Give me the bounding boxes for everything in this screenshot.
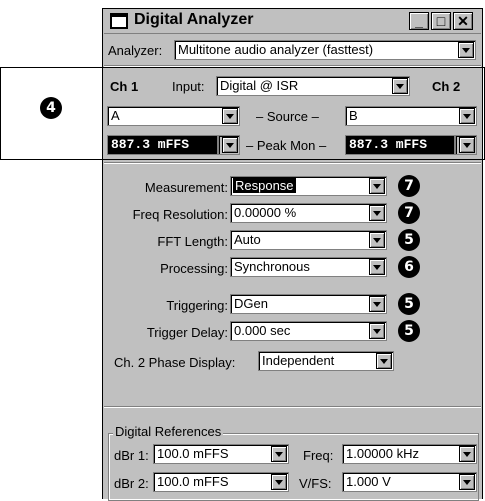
peakmon-ch1-meter: 887.3 mFFS — [107, 135, 218, 155]
chevron-down-icon[interactable] — [369, 205, 385, 221]
dbr2-select[interactable]: 100.0 mFFS — [153, 472, 289, 492]
trigger-delay-select[interactable]: 0.000 sec — [230, 321, 387, 341]
phase-display-value: Independent — [262, 353, 335, 368]
chevron-down-icon[interactable] — [459, 108, 475, 124]
phase-display-select[interactable]: Independent — [258, 351, 394, 371]
ch1-label: Ch 1 — [110, 79, 139, 94]
fft-length-label: FFT Length: — [157, 234, 228, 249]
source-ch2-value: B — [349, 108, 358, 123]
peakmon-ch2-meter: 887.3 mFFS — [345, 135, 455, 155]
chevron-down-icon[interactable] — [369, 178, 385, 194]
chevron-down-icon[interactable] — [458, 42, 474, 58]
phase-display-label: Ch. 2 Phase Display: — [114, 355, 236, 370]
vfs-label: V/FS: — [299, 476, 332, 491]
input-select-value: Digital @ ISR — [220, 78, 299, 93]
source-ch1-value: A — [111, 108, 120, 123]
peakmon-ch1-value: 887.3 mFFS — [111, 137, 190, 152]
chevron-down-icon[interactable] — [222, 108, 238, 124]
callout-badge: 6 — [398, 256, 420, 278]
chevron-down-icon[interactable] — [459, 474, 475, 490]
source-ch2-select[interactable]: B — [345, 106, 477, 126]
measurement-select[interactable]: Response — [230, 176, 387, 196]
processing-value: Synchronous — [234, 259, 310, 274]
dbr2-value: 100.0 mFFS — [157, 474, 229, 489]
callout-badge: 7 — [398, 175, 420, 197]
chevron-down-icon[interactable] — [369, 296, 385, 312]
input-label: Input: — [172, 79, 205, 94]
chevron-down-icon[interactable] — [459, 446, 475, 462]
source-ch1-select[interactable]: A — [107, 106, 240, 126]
dbr1-value: 100.0 mFFS — [157, 446, 229, 461]
freq-resolution-label: Freq Resolution: — [132, 207, 228, 222]
processing-select[interactable]: Synchronous — [230, 257, 387, 277]
chevron-down-icon[interactable] — [459, 137, 475, 153]
peakmon-ch1-dropdown[interactable] — [218, 135, 240, 155]
trigger-delay-label: Trigger Delay: — [146, 325, 228, 340]
callout-badge: 4 — [40, 97, 62, 119]
dbr2-label: dBr 2: — [114, 476, 149, 491]
dbr1-label: dBr 1: — [114, 448, 149, 463]
callout-badge: 5 — [398, 320, 420, 342]
callout-badge: 5 — [398, 293, 420, 315]
digital-references-label: Digital References — [113, 424, 224, 439]
chevron-down-icon[interactable] — [392, 78, 408, 94]
source-label: – Source – — [256, 109, 319, 124]
vfs-value: 1.000 V — [346, 474, 391, 489]
minimize-button[interactable]: _ — [409, 12, 429, 30]
analyzer-select[interactable]: Multitone audio analyzer (fasttest) — [174, 40, 476, 60]
chevron-down-icon[interactable] — [369, 232, 385, 248]
dbr1-select[interactable]: 100.0 mFFS — [153, 444, 289, 464]
analyzer-label: Analyzer: — [108, 43, 163, 58]
fft-length-select[interactable]: Auto — [230, 230, 387, 250]
divider — [104, 406, 481, 408]
processing-label: Processing: — [160, 261, 228, 276]
input-select[interactable]: Digital @ ISR — [216, 76, 410, 96]
measurement-value: Response — [233, 178, 296, 193]
vfs-select[interactable]: 1.000 V — [342, 472, 477, 492]
fft-length-value: Auto — [234, 232, 261, 247]
peakmon-ch2-dropdown[interactable] — [455, 135, 477, 155]
analyzer-select-value: Multitone audio analyzer (fasttest) — [178, 42, 374, 57]
freq-label: Freq: — [303, 448, 334, 463]
callout-badge: 7 — [398, 202, 420, 224]
chevron-down-icon[interactable] — [222, 137, 238, 153]
freq-value: 1.00000 kHz — [346, 446, 419, 461]
measurement-label: Measurement: — [144, 180, 228, 195]
close-button[interactable]: ✕ — [453, 12, 473, 30]
chevron-down-icon[interactable] — [271, 474, 287, 490]
maximize-button[interactable]: □ — [431, 12, 451, 30]
window-title: Digital Analyzer — [134, 11, 254, 28]
triggering-label: Triggering: — [166, 298, 228, 313]
window-app-icon — [110, 13, 128, 29]
chevron-down-icon[interactable] — [369, 259, 385, 275]
freq-resolution-select[interactable]: 0.00000 % — [230, 203, 387, 223]
divider — [104, 162, 481, 164]
chevron-down-icon[interactable] — [369, 323, 385, 339]
freq-select[interactable]: 1.00000 kHz — [342, 444, 477, 464]
callout-badge: 5 — [398, 229, 420, 251]
freq-resolution-value: 0.00000 % — [234, 205, 297, 220]
triggering-select[interactable]: DGen — [230, 294, 387, 314]
triggering-value: DGen — [234, 296, 268, 311]
ch2-label: Ch 2 — [432, 79, 461, 94]
chevron-down-icon[interactable] — [376, 353, 392, 369]
chevron-down-icon[interactable] — [271, 446, 287, 462]
trigger-delay-value: 0.000 sec — [234, 323, 291, 338]
peakmon-label: – Peak Mon – — [246, 138, 327, 153]
peakmon-ch2-value: 887.3 mFFS — [349, 137, 428, 152]
